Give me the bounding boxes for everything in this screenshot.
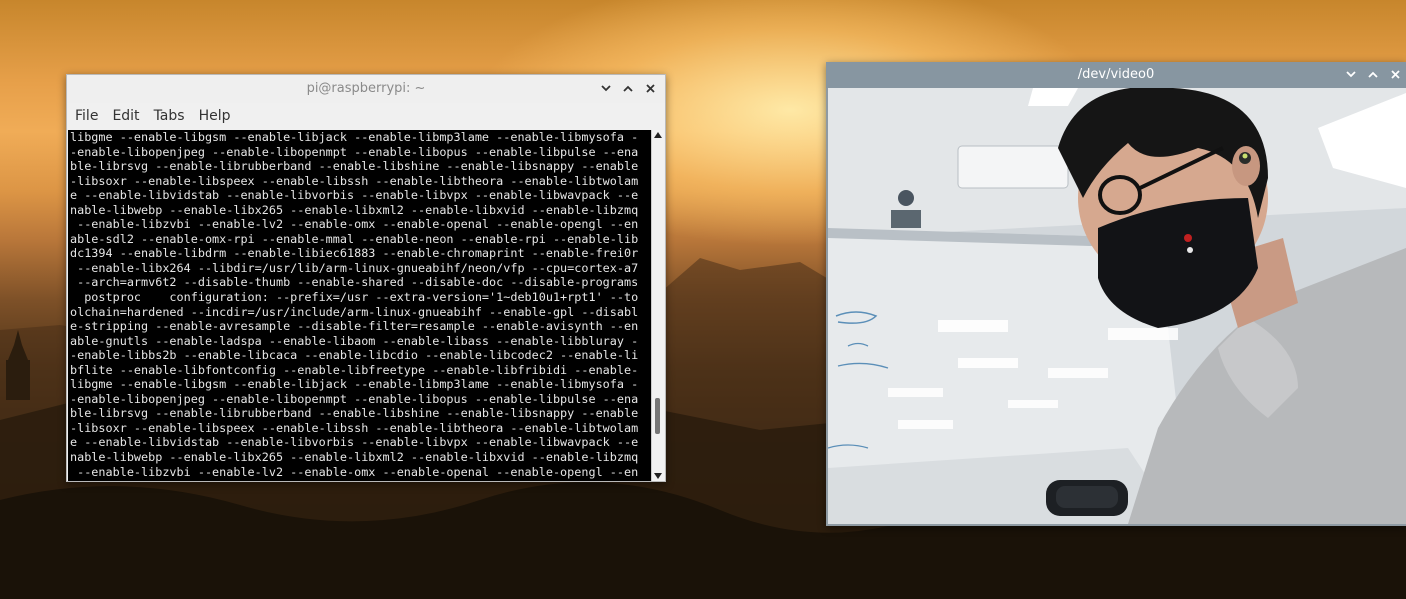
terminal-line: ble-librsvg --enable-librubberband --ena… <box>70 159 639 174</box>
terminal-line: --arch=armv6t2 --disable-thumb --enable-… <box>70 275 639 290</box>
terminal-line: postproc configuration: --prefix=/usr --… <box>70 290 639 305</box>
terminal-output[interactable]: libgme --enable-libgsm --enable-libjack … <box>68 130 664 481</box>
terminal-line: --enable-libzvbi --enable-lv2 --enable-o… <box>70 464 639 479</box>
terminal-line: --enable-libzvbi --enable-lv2 --enable-o… <box>70 217 639 232</box>
scroll-down-icon[interactable] <box>654 473 662 479</box>
terminal-line: nable-libwebp --enable-libx265 --enable-… <box>70 450 639 465</box>
chevron-down-icon[interactable] <box>1344 66 1358 82</box>
scroll-up-icon[interactable] <box>654 132 662 138</box>
chevron-up-icon[interactable] <box>621 80 635 96</box>
menu-edit[interactable]: Edit <box>112 108 139 124</box>
terminal-window[interactable]: pi@raspberrypi: ~ File Edit Tabs Help li… <box>66 74 666 482</box>
window-title: /dev/video0 <box>1077 67 1155 82</box>
terminal-line: dc1394 --enable-libdrm --enable-libiec61… <box>70 246 639 261</box>
menu-tabs[interactable]: Tabs <box>154 108 185 124</box>
window-title: pi@raspberrypi: ~ <box>306 81 426 96</box>
menu-help[interactable]: Help <box>199 108 231 124</box>
terminal-scrollbar[interactable] <box>651 130 664 481</box>
video-titlebar[interactable]: /dev/video0 <box>826 62 1406 88</box>
terminal-line: -libsoxr --enable-libspeex --enable-libs… <box>70 420 639 435</box>
terminal-menubar: File Edit Tabs Help <box>67 103 665 129</box>
close-icon[interactable] <box>1388 66 1402 82</box>
webcam-image <box>828 88 1406 524</box>
terminal-line: --enable-libx264 --libdir=/usr/lib/arm-l… <box>70 260 639 275</box>
terminal-line: ble-librsvg --enable-librubberband --ena… <box>70 406 639 421</box>
close-icon[interactable] <box>643 80 657 96</box>
menu-file[interactable]: File <box>75 108 98 124</box>
terminal-line: e --enable-libvidstab --enable-libvorbis… <box>70 435 639 450</box>
terminal-line: e --enable-libvidstab --enable-libvorbis… <box>70 188 639 203</box>
terminal-line: nable-libwebp --enable-libx265 --enable-… <box>70 202 639 217</box>
terminal-line: -enable-libopenjpeg --enable-libopenmpt … <box>70 144 639 159</box>
terminal-line: e-stripping --enable-avresample --disabl… <box>70 319 639 334</box>
terminal-line: libgme --enable-libgsm --enable-libjack … <box>70 377 639 392</box>
terminal-text: libgme --enable-libgsm --enable-libjack … <box>68 130 654 479</box>
terminal-line: -libsoxr --enable-libspeex --enable-libs… <box>70 173 639 188</box>
terminal-line: -enable-libbs2b --enable-libcaca --enabl… <box>70 348 639 363</box>
terminal-line: -enable-libopenjpeg --enable-libopenmpt … <box>70 391 639 406</box>
terminal-titlebar[interactable]: pi@raspberrypi: ~ <box>67 75 665 103</box>
chevron-up-icon[interactable] <box>1366 66 1380 82</box>
video-feed <box>828 88 1406 524</box>
terminal-line: able-gnutls --enable-ladspa --enable-lib… <box>70 333 639 348</box>
terminal-line: able-sdl2 --enable-omx-rpi --enable-mmal… <box>70 231 639 246</box>
terminal-line: libgme --enable-libgsm --enable-libjack … <box>70 130 639 144</box>
chevron-down-icon[interactable] <box>599 80 613 96</box>
terminal-line: olchain=hardened --incdir=/usr/include/a… <box>70 304 639 319</box>
video-window[interactable]: /dev/video0 <box>826 62 1406 526</box>
terminal-line: bflite --enable-libfontconfig --enable-l… <box>70 362 639 377</box>
scrollbar-thumb[interactable] <box>655 398 660 434</box>
